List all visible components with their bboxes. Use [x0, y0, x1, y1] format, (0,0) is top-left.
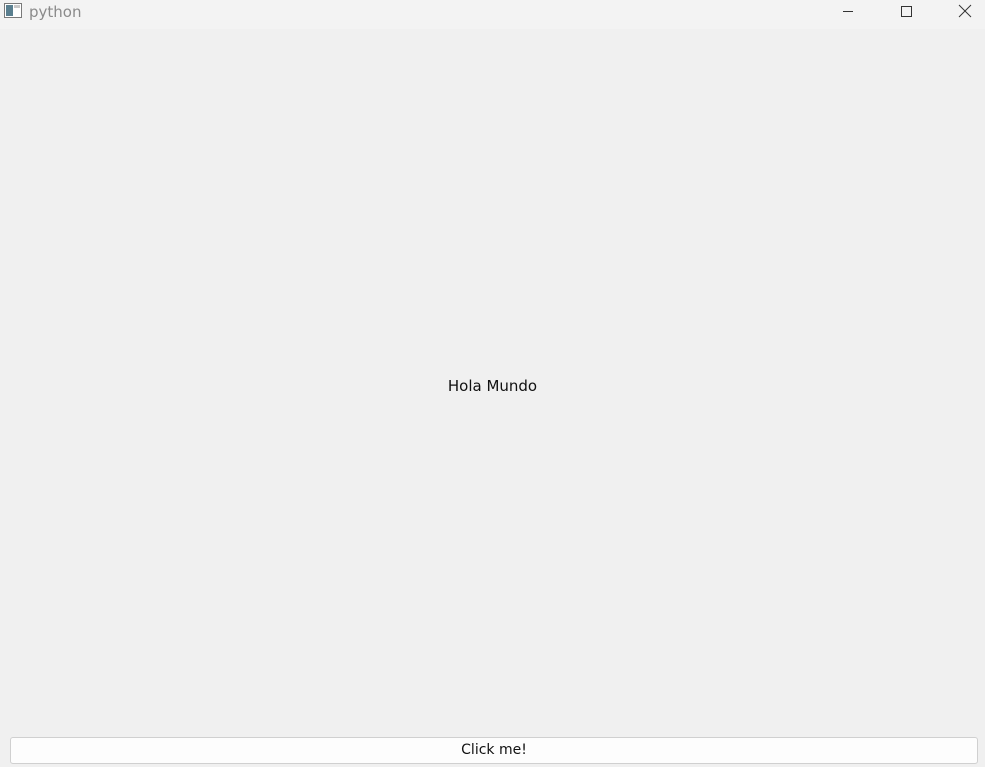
close-icon	[958, 3, 972, 22]
minimize-button[interactable]	[819, 0, 877, 24]
close-button[interactable]	[936, 0, 985, 24]
app-window: python Hola Mundo Click me!	[0, 0, 985, 767]
greeting-label: Hola Mundo	[447, 377, 538, 395]
maximize-button[interactable]	[877, 0, 935, 24]
title-bar[interactable]: python	[0, 0, 985, 29]
app-window-icon	[4, 3, 22, 18]
window-title: python	[29, 3, 82, 21]
maximize-icon	[900, 3, 913, 22]
client-area: Hola Mundo Click me!	[0, 29, 985, 767]
minimize-icon	[842, 3, 854, 22]
click-me-button[interactable]: Click me!	[10, 737, 978, 764]
